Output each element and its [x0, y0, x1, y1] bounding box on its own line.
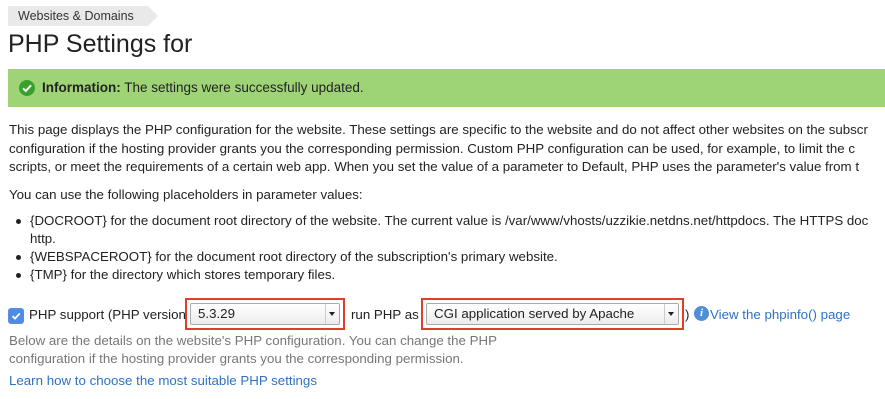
- list-item: {TMP} for the directory which stores tem…: [9, 266, 885, 284]
- info-message-text: The settings were successfully updated.: [124, 80, 364, 95]
- php-version-highlight: 5.3.29: [185, 298, 345, 330]
- description-line: configuration if the hosting provider gr…: [9, 140, 856, 156]
- placeholder-docroot-continued: http.: [30, 231, 56, 246]
- learn-php-settings-link[interactable]: Learn how to choose the most suitable PH…: [9, 373, 317, 388]
- placeholders-intro: You can use the following placeholders i…: [9, 187, 363, 202]
- placeholder-docroot-text: {DOCROOT} for the document root director…: [30, 213, 869, 228]
- details-line: Below are the details on the website's P…: [9, 333, 497, 348]
- php-version-select[interactable]: 5.3.29: [190, 303, 340, 325]
- phpinfo-link[interactable]: View the phpinfo() page: [710, 307, 850, 322]
- php-version-value: 5.3.29: [198, 306, 235, 321]
- php-handler-select[interactable]: CGI application served by Apache: [426, 303, 679, 325]
- chevron-down-icon: [325, 304, 339, 324]
- description-line: scripts, or meet the requirements of a c…: [9, 159, 860, 174]
- page-description: This page displays the PHP configuration…: [9, 121, 885, 177]
- placeholder-webspaceroot-text: {WEBSPACEROOT} for the document root dir…: [30, 249, 558, 264]
- php-handler-highlight: CGI application served by Apache: [421, 298, 684, 330]
- placeholder-tmp-text: {TMP} for the directory which stores tem…: [30, 267, 336, 282]
- breadcrumb[interactable]: Websites & Domains: [8, 6, 158, 26]
- details-line: configuration if the hosting provider gr…: [9, 351, 464, 366]
- check-circle-icon: [19, 80, 35, 96]
- close-paren: ): [685, 307, 690, 322]
- php-support-label: PHP support (PHP version: [29, 307, 186, 322]
- list-item: {WEBSPACEROOT} for the document root dir…: [9, 248, 885, 266]
- php-support-row: PHP support (PHP version 5.3.29 run PHP …: [8, 298, 885, 330]
- info-icon[interactable]: i: [694, 306, 709, 321]
- run-as-label: run PHP as: [351, 307, 419, 322]
- info-label: Information:: [42, 80, 121, 95]
- info-message-bar: Information: The settings were successfu…: [8, 69, 885, 107]
- page-title: PHP Settings for: [8, 30, 193, 58]
- placeholder-list: {DOCROOT} for the document root director…: [9, 212, 885, 284]
- php-details-note: Below are the details on the website's P…: [9, 332, 529, 368]
- description-line: This page displays the PHP configuration…: [9, 122, 868, 137]
- chevron-down-icon: [664, 304, 678, 324]
- php-handler-value: CGI application served by Apache: [434, 306, 635, 321]
- list-item: {DOCROOT} for the document root director…: [9, 212, 885, 248]
- info-message: Information: The settings were successfu…: [42, 80, 364, 95]
- php-support-checkbox[interactable]: [8, 308, 24, 324]
